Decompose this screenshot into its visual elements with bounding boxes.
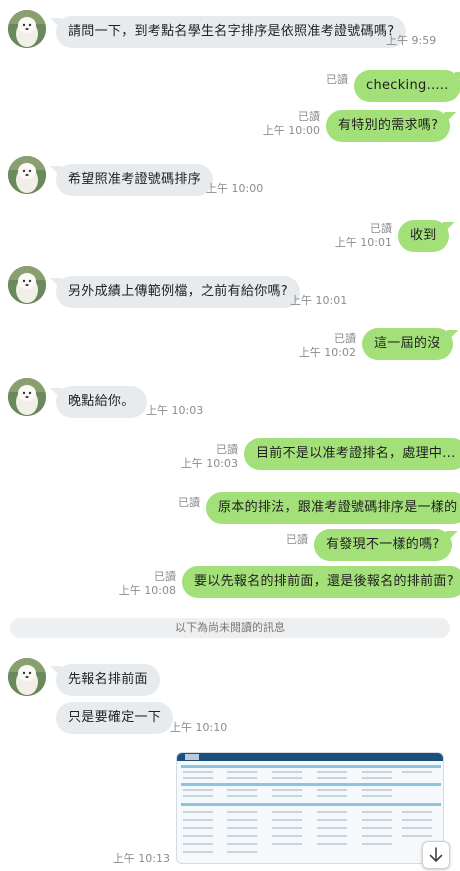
read-receipt: 已讀: [334, 332, 356, 345]
image-message[interactable]: [176, 752, 444, 864]
message-time: 上午 10:13: [112, 852, 170, 865]
outgoing-message[interactable]: 有發現不一樣的嗎?: [314, 529, 452, 561]
spreadsheet-screenshot-thumbnail: [177, 753, 443, 863]
incoming-message[interactable]: 先報名排前面: [56, 664, 160, 696]
outgoing-message[interactable]: 原本的排法，跟准考證號碼排序是一樣的: [206, 492, 460, 524]
incoming-message[interactable]: 只是要確定一下: [56, 702, 174, 734]
contact-avatar[interactable]: [8, 266, 46, 304]
outgoing-message[interactable]: checking.....: [354, 70, 460, 102]
read-receipt: 已讀: [178, 496, 200, 509]
dog-photo-avatar: [8, 266, 46, 304]
contact-avatar[interactable]: [8, 156, 46, 194]
message-time: 上午 10:03: [180, 457, 238, 470]
message-time: 上午 9:59: [386, 34, 437, 47]
incoming-message[interactable]: 請問一下，到考點名學生名字排序是依照准考證號碼嗎?: [56, 16, 407, 48]
contact-avatar[interactable]: [8, 10, 46, 48]
read-receipt: 已讀: [154, 570, 176, 583]
incoming-message[interactable]: 晚點給你。: [56, 386, 147, 418]
contact-avatar[interactable]: [8, 378, 46, 416]
message-time: 上午 10:03: [146, 404, 204, 417]
outgoing-message[interactable]: 這一屆的沒: [362, 328, 453, 360]
read-receipt: 已讀: [286, 533, 308, 546]
contact-avatar[interactable]: [8, 658, 46, 696]
outgoing-message[interactable]: 要以先報名的排前面，還是後報名的排前面?: [182, 566, 460, 598]
message-time: 上午 10:02: [298, 346, 356, 359]
outgoing-message[interactable]: 有特別的需求嗎?: [326, 110, 451, 142]
read-receipt: 已讀: [216, 443, 238, 456]
read-receipt: 已讀: [298, 110, 320, 123]
message-time: 上午 10:00: [206, 182, 264, 195]
incoming-message[interactable]: 希望照准考證號碼排序: [56, 164, 214, 196]
scroll-to-bottom-button[interactable]: [422, 841, 450, 869]
outgoing-message[interactable]: 目前不是以准考證排名，處理中...: [244, 438, 460, 470]
message-time: 上午 10:01: [334, 236, 392, 249]
dog-photo-avatar: [8, 10, 46, 48]
read-receipt: 已讀: [370, 222, 392, 235]
message-time: 上午 10:00: [262, 124, 320, 137]
arrow-down-icon: [429, 847, 443, 862]
outgoing-message[interactable]: 收到: [398, 220, 449, 252]
read-receipt: 已讀: [326, 73, 348, 86]
dog-photo-avatar: [8, 658, 46, 696]
message-time: 上午 10:08: [118, 584, 176, 597]
message-time: 上午 10:10: [170, 721, 228, 734]
dog-photo-avatar: [8, 378, 46, 416]
unread-divider: 以下為尚未閱讀的訊息: [10, 618, 450, 638]
incoming-message[interactable]: 另外成績上傳範例檔，之前有給你嗎?: [56, 276, 300, 308]
message-time: 上午 10:01: [290, 294, 348, 307]
dog-photo-avatar: [8, 156, 46, 194]
